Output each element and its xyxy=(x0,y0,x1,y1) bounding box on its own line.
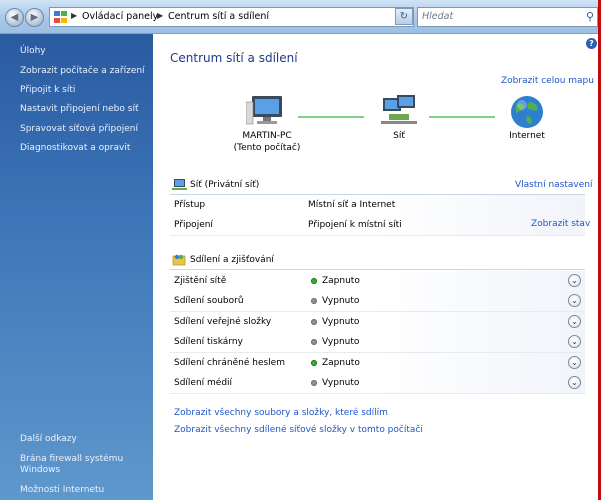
table-row: Sdílení médií Vypnuto ⌄ xyxy=(170,373,585,394)
row-key: Sdílení tiskárny xyxy=(174,337,243,347)
shared-network-folders-link[interactable]: Zobrazit všechny sdílené síťové složky v… xyxy=(174,425,423,435)
status-off-icon xyxy=(311,380,317,386)
network-label: Síť xyxy=(393,131,405,141)
expand-button[interactable]: ⌄ xyxy=(568,274,581,287)
connection-line xyxy=(298,116,364,118)
refresh-button[interactable]: ↻ xyxy=(395,8,413,25)
sidebar-item-firewall-line2[interactable]: Windows xyxy=(20,465,60,475)
chevron-right-icon: ▶ xyxy=(71,11,78,20)
sidebar-item-firewall[interactable]: Brána firewall systému xyxy=(20,454,123,464)
row-value: Připojení k místní síti xyxy=(308,220,402,230)
chevron-down-icon: ⌄ xyxy=(571,276,578,285)
control-panel-icon xyxy=(54,11,67,23)
back-button[interactable]: ◀ xyxy=(5,8,24,27)
sidebar-item-diagnose[interactable]: Diagnostikovat a opravit xyxy=(20,143,130,153)
globe-icon[interactable] xyxy=(509,94,545,130)
breadcrumb-control-panel[interactable]: Ovládací panely xyxy=(82,11,158,22)
expand-button[interactable]: ⌄ xyxy=(568,294,581,307)
table-row: Zjištění sítě Zapnuto ⌄ xyxy=(170,271,585,292)
sidebar-item-internet-options[interactable]: Možnosti Internetu xyxy=(20,485,104,495)
row-status: Vypnuto xyxy=(322,317,360,327)
help-icon[interactable]: ? xyxy=(586,38,597,49)
forward-arrow-icon: ▶ xyxy=(30,12,39,23)
view-full-map-link[interactable]: Zobrazit celou mapu xyxy=(501,76,594,86)
chevron-down-icon: ⌄ xyxy=(571,296,578,305)
expand-button[interactable]: ⌄ xyxy=(568,315,581,328)
sidebar-item-view-computers[interactable]: Zobrazit počítače a zařízení xyxy=(20,66,145,76)
computer-sub-label: (Tento počítač) xyxy=(233,143,301,153)
sidebar-item-manage-connections[interactable]: Spravovat síťová připojení xyxy=(20,124,138,134)
shared-files-link[interactable]: Zobrazit všechny soubory a složky, které… xyxy=(174,408,388,418)
row-key: Sdílení souborů xyxy=(174,296,244,306)
status-on-icon xyxy=(311,360,317,366)
status-off-icon xyxy=(311,319,317,325)
status-off-icon xyxy=(311,339,317,345)
chevron-down-icon: ⌄ xyxy=(571,337,578,346)
row-key: Sdílení chráněné heslem xyxy=(174,358,285,368)
forward-button[interactable]: ▶ xyxy=(25,8,44,27)
chevron-right-icon: ▶ xyxy=(157,11,164,20)
expand-button[interactable]: ⌄ xyxy=(568,356,581,369)
search-input[interactable]: Hledat xyxy=(422,11,453,22)
sidebar-heading-tasks: Úlohy xyxy=(20,46,46,56)
page-title: Centrum sítí a sdílení xyxy=(170,51,298,65)
search-icon[interactable]: ⚲ xyxy=(586,10,594,23)
connection-line xyxy=(429,116,495,118)
row-value: Místní síť a Internet xyxy=(308,200,396,210)
expand-button[interactable]: ⌄ xyxy=(568,376,581,389)
chevron-down-icon: ⌄ xyxy=(571,358,578,367)
computer-icon[interactable] xyxy=(246,94,286,130)
search-box[interactable]: Hledat ⚲ xyxy=(417,7,598,27)
navigation-bar: ◀ ▶ ▶ Ovládací panely ▶ Centrum sítí a s… xyxy=(0,0,601,34)
address-bar[interactable]: ▶ Ovládací panely ▶ Centrum sítí a sdíle… xyxy=(49,7,414,27)
row-status: Vypnuto xyxy=(322,337,360,347)
row-key: Přístup xyxy=(174,200,206,210)
sidebar-heading-more-links: Další odkazy xyxy=(20,434,77,444)
table-row: Sdílení tiskárny Vypnuto ⌄ xyxy=(170,332,585,353)
row-status: Vypnuto xyxy=(322,378,360,388)
expand-button[interactable]: ⌄ xyxy=(568,335,581,348)
network-icon xyxy=(172,179,187,190)
row-status: Zapnuto xyxy=(322,276,360,286)
status-on-icon xyxy=(311,278,317,284)
sidebar-item-connect[interactable]: Připojit k síti xyxy=(20,85,75,95)
network-section-title: Síť (Privátní síť) xyxy=(190,180,260,190)
customize-link[interactable]: Vlastní nastavení xyxy=(515,180,592,190)
back-arrow-icon: ◀ xyxy=(10,12,19,23)
table-row: Sdílení veřejné složky Vypnuto ⌄ xyxy=(170,312,585,333)
internet-label: Internet xyxy=(509,131,545,141)
network-icon[interactable] xyxy=(379,94,419,130)
table-row: Sdílení chráněné heslem Zapnuto ⌄ xyxy=(170,353,585,374)
row-key: Zjištění sítě xyxy=(174,276,227,286)
table-row: Přístup Místní síť a Internet xyxy=(170,195,585,216)
sharing-icon xyxy=(172,254,186,266)
chevron-down-icon: ⌄ xyxy=(571,378,578,387)
computer-name-label: MARTIN-PC xyxy=(242,131,292,141)
row-key: Připojení xyxy=(174,220,213,230)
row-key: Sdílení veřejné složky xyxy=(174,317,272,327)
view-status-link[interactable]: Zobrazit stav xyxy=(531,219,590,229)
sharing-section-header: Sdílení a zjišťování xyxy=(170,251,585,270)
status-off-icon xyxy=(311,298,317,304)
refresh-icon: ↻ xyxy=(399,11,409,22)
sidebar-item-setup-connection[interactable]: Nastavit připojení nebo síť xyxy=(20,104,138,114)
sharing-section-title: Sdílení a zjišťování xyxy=(190,255,274,265)
row-status: Vypnuto xyxy=(322,296,360,306)
table-row: Připojení Připojení k místní síti xyxy=(170,215,585,236)
row-status: Zapnuto xyxy=(322,358,360,368)
row-key: Sdílení médií xyxy=(174,378,233,388)
breadcrumb-network-center[interactable]: Centrum sítí a sdílení xyxy=(168,11,269,22)
table-row: Sdílení souborů Vypnuto ⌄ xyxy=(170,291,585,312)
chevron-down-icon: ⌄ xyxy=(571,317,578,326)
